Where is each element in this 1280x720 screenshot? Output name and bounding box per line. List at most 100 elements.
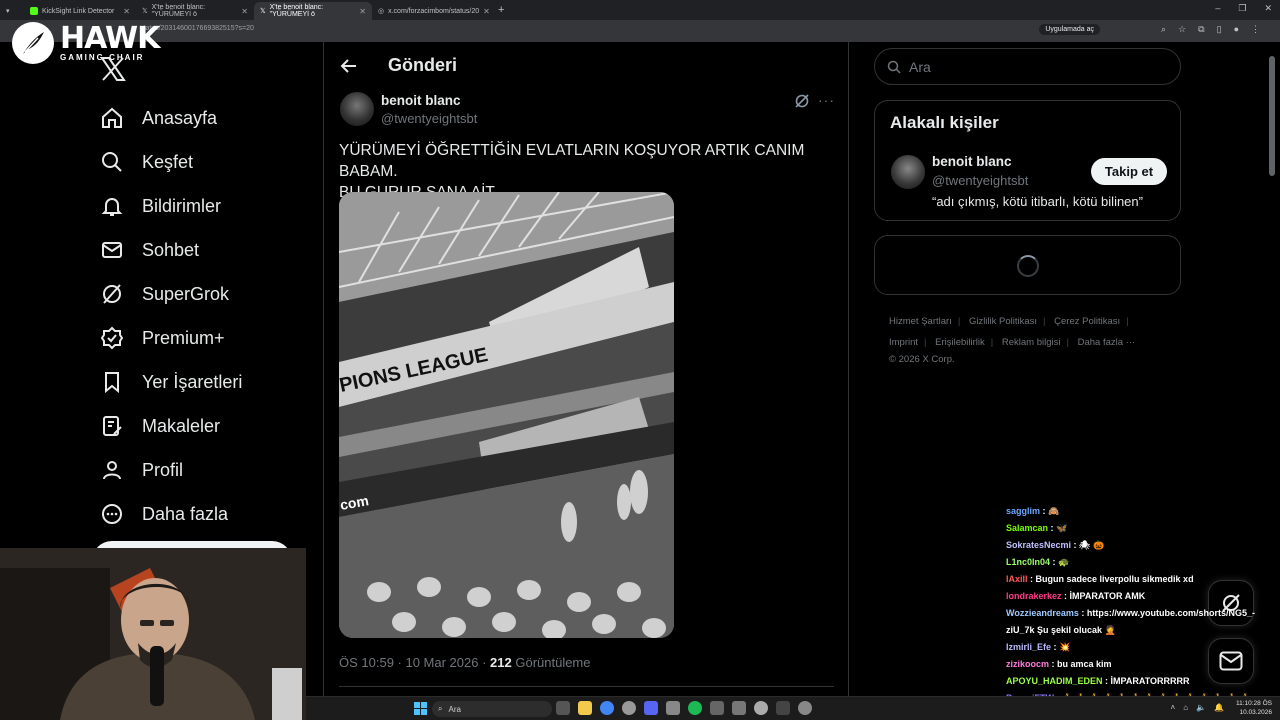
obs-icon[interactable]: [754, 701, 768, 715]
nav-item-profile[interactable]: Profil: [100, 448, 242, 492]
chevron-up-icon[interactable]: ˄: [1171, 703, 1176, 712]
clock[interactable]: 11:10:28 ÖS 10.03.2026: [1236, 699, 1272, 717]
chat-user: APOYU_HADIM_EDEN: [1006, 676, 1103, 686]
chat-user: Izmirli_Efe: [1006, 642, 1052, 652]
sidebar-icon[interactable]: ▯: [1217, 24, 1222, 35]
footer-link[interactable]: Gizlilik Politikası: [969, 316, 1037, 327]
app-icon[interactable]: [798, 701, 812, 715]
bell-icon[interactable]: 🔔: [1214, 703, 1224, 712]
nav-item-explore[interactable]: Keşfet: [100, 140, 242, 184]
related-handle[interactable]: @twentyeightsbt: [932, 173, 1028, 188]
spotify-icon[interactable]: [688, 701, 702, 715]
taskbar-search[interactable]: ⌕ Ara: [432, 701, 552, 717]
close-tab-icon[interactable]: ✕: [483, 7, 490, 16]
network-icon[interactable]: ⌂: [1183, 703, 1188, 712]
app-icon[interactable]: [710, 701, 724, 715]
browser-tab-1[interactable]: KickSight Link Detector ✕: [24, 2, 136, 20]
chevron-down-icon: ▾: [6, 8, 10, 15]
windows-start-icon[interactable]: [414, 702, 427, 715]
close-tab-icon[interactable]: ✕: [123, 7, 130, 16]
nav-label: Makaleler: [142, 415, 221, 436]
nav-label: Sohbet: [142, 239, 200, 260]
close-window-icon[interactable]: ✕: [1264, 3, 1272, 14]
close-tab-icon[interactable]: ✕: [241, 7, 248, 16]
new-tab-button[interactable]: +: [490, 4, 512, 16]
post-timestamp[interactable]: ÖS 10:59 · 10 Mar 2026 ·: [339, 655, 490, 670]
back-arrow-icon[interactable]: [340, 57, 358, 80]
app-icon[interactable]: [666, 701, 680, 715]
x-favicon-icon: 𝕏: [260, 8, 266, 15]
view-count: 212: [490, 655, 512, 670]
tab-label: X'te benoit blanc: "YÜRÜMEYİ ö: [151, 4, 206, 18]
related-name[interactable]: benoit blanc: [932, 154, 1012, 169]
browser-tab-2[interactable]: 𝕏 X'te benoit blanc: "YÜRÜMEYİ ö ✕: [136, 2, 254, 20]
zoom-icon[interactable]: ⌕: [1161, 24, 1166, 35]
bell-icon: [101, 198, 123, 216]
volume-icon[interactable]: 🔈: [1196, 703, 1206, 712]
app-icon[interactable]: [776, 701, 790, 715]
chat-message: Izmirli_Efe : 💥: [1006, 642, 1071, 652]
footer-link[interactable]: Çerez Politikası: [1054, 316, 1120, 327]
browser-tab-3[interactable]: 𝕏 X'te benoit blanc: "YÜRÜMEYİ ö ✕: [254, 2, 372, 20]
chat-user: SokratesNecmi: [1006, 540, 1072, 550]
nav-label: SuperGrok: [142, 283, 230, 304]
chat-message: londrakerkez : İMPARATOR AMK: [1006, 591, 1146, 601]
nav-item-more[interactable]: Daha fazla: [100, 492, 242, 536]
app-icon[interactable]: [732, 701, 746, 715]
search-box[interactable]: Ara: [874, 48, 1181, 85]
minimize-icon[interactable]: –: [1215, 3, 1220, 14]
chat-user: sagglim: [1006, 506, 1041, 516]
nav-item-articles[interactable]: Makaleler: [100, 404, 242, 448]
post-image[interactable]: PIONS LEAGUE com: [339, 192, 674, 638]
streamer-figure: [0, 548, 306, 720]
maximize-icon[interactable]: ❐: [1238, 3, 1246, 14]
chat-message: sagglim : 🙈: [1006, 506, 1060, 516]
page-scrollbar[interactable]: [1268, 48, 1276, 508]
clock-time: 11:10:28 ÖS: [1235, 700, 1272, 707]
discord-icon[interactable]: [644, 701, 658, 715]
nav-item-chat[interactable]: Sohbet: [100, 228, 242, 272]
chat-user: londrakerkez: [1006, 591, 1062, 601]
footer-link[interactable]: Erişilebilirlik: [935, 337, 985, 348]
more-options-icon[interactable]: ···: [818, 92, 835, 108]
nav-item-home[interactable]: Anasayfa: [100, 96, 242, 140]
author-name[interactable]: benoit blanc: [381, 93, 461, 108]
author-handle[interactable]: @twentyeightsbt: [381, 111, 477, 126]
author-avatar[interactable]: [340, 92, 374, 126]
person-icon: [103, 461, 121, 480]
chrome-icon[interactable]: [600, 701, 614, 715]
profile-icon[interactable]: ●: [1234, 24, 1239, 35]
x-logo-icon[interactable]: [100, 57, 126, 86]
taskbar-apps: [556, 701, 812, 715]
footer-link[interactable]: Reklam bilgisi: [1002, 337, 1061, 348]
related-avatar[interactable]: [891, 155, 925, 189]
nav-item-premium[interactable]: Premium+: [100, 316, 242, 360]
tab-label: x.com/forzacimbom/status/20: [388, 7, 480, 15]
extensions-icon[interactable]: ⧉: [1198, 24, 1204, 35]
footer-link[interactable]: Hizmet Şartları: [889, 316, 952, 327]
grok-icon[interactable]: [794, 93, 810, 114]
x-favicon-icon: 𝕏: [142, 8, 148, 15]
footer-link[interactable]: Daha fazla ···: [1078, 337, 1136, 348]
menu-icon[interactable]: ⋮: [1251, 24, 1260, 35]
nav-item-supergrok[interactable]: SuperGrok: [100, 272, 242, 316]
open-in-app-button[interactable]: Uygulamada aç: [1039, 24, 1100, 35]
nav-label: Premium+: [142, 327, 225, 348]
follow-button[interactable]: Takip et: [1091, 158, 1167, 185]
verified-icon: [100, 326, 124, 350]
nav-item-notifications[interactable]: Bildirimler: [100, 184, 242, 228]
file-explorer-icon[interactable]: [578, 701, 592, 715]
bookmark-star-icon[interactable]: ☆: [1178, 24, 1186, 35]
close-tab-icon[interactable]: ✕: [359, 7, 366, 16]
scroll-thumb[interactable]: [1269, 56, 1275, 176]
app-icon[interactable]: [622, 701, 636, 715]
primary-nav: Anasayfa Keşfet Bildirimler Sohbet Super…: [100, 96, 242, 536]
hawk-title: HAWK: [60, 20, 160, 56]
task-view-icon[interactable]: [556, 701, 570, 715]
tab-list-button[interactable]: ▾: [0, 2, 24, 20]
chat-message: L1nc0ln04 : 🐢: [1006, 557, 1070, 567]
footer-link[interactable]: Imprint: [889, 337, 918, 348]
nav-item-bookmarks[interactable]: Yer İşaretleri: [100, 360, 242, 404]
system-tray: ˄ ⌂ 🔈 🔔: [1171, 703, 1224, 712]
browser-tab-4[interactable]: ◎ x.com/forzacimbom/status/20 ✕: [372, 2, 490, 20]
